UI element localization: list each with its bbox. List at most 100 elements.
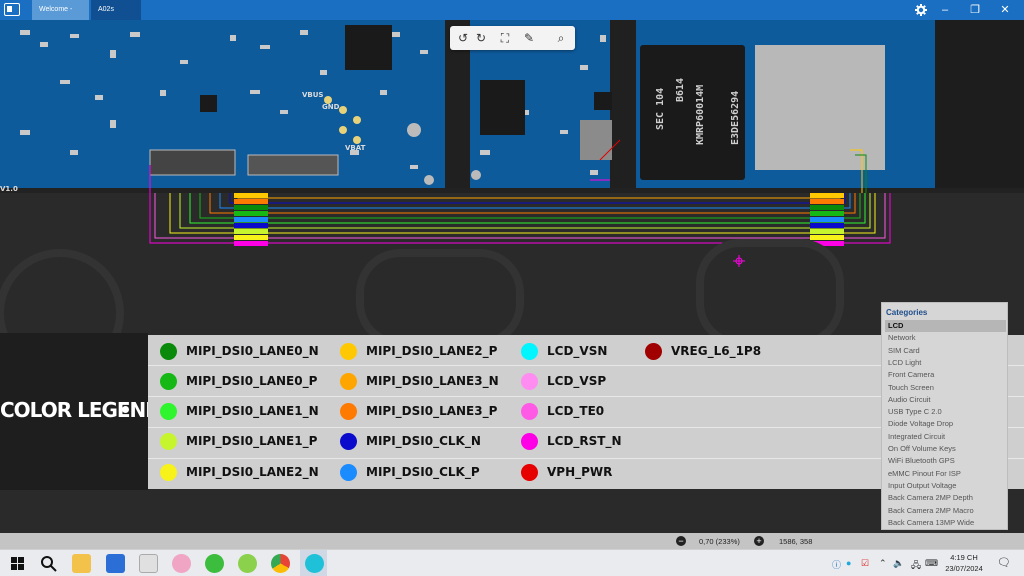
legend-label: MIPI_DSI0_LANE0_P [186, 374, 318, 388]
legend-swatch [160, 342, 177, 360]
category-item[interactable]: WiFi Bluetooth GPS [885, 455, 1006, 467]
legend-item: LCD_RST_N [521, 431, 622, 451]
legend-label: MIPI_DSI0_LANE3_N [366, 374, 499, 388]
search-icon[interactable] [39, 554, 58, 573]
zoom-in-button[interactable]: + [754, 536, 764, 546]
chip-label-b614: B614 [675, 78, 686, 102]
crosshair-cursor-icon [733, 255, 745, 267]
title-bar: Welcome - Orion A02s Guideline – ❐ ✕ [0, 0, 1024, 33]
category-item[interactable]: Back Camera 2MP Depth [885, 492, 1006, 504]
legend-item: MIPI_DSI0_CLK_N [340, 431, 481, 451]
clock-time: 4:19 CH [950, 553, 978, 562]
legend-label: LCD_TE0 [547, 404, 605, 418]
network-tool-icon[interactable] [172, 554, 191, 573]
categories-panel: Categories LCD Network SIM Card LCD Light Fr… [881, 302, 1008, 530]
rotate-right-icon[interactable]: ↻ [472, 29, 490, 47]
status-bar: − 0,70 (233%) + 1586, 358 [0, 533, 1024, 549]
legend-item: MIPI_DSI0_LANE3_N [340, 371, 499, 391]
pen-icon[interactable]: ✎ [520, 29, 538, 47]
category-item[interactable]: Back Camera 2MP Macro [885, 505, 1006, 517]
legend-item: MIPI_DSI0_LANE1_P [160, 431, 317, 451]
category-item[interactable]: Front Camera [885, 369, 1006, 381]
chip-label-e3de: E3DE56294 [730, 91, 741, 145]
category-item[interactable]: Audio Circuit [885, 394, 1006, 406]
category-item[interactable]: eMMC Pinout For ISP [885, 468, 1006, 480]
legend-item: MIPI_DSI0_LANE2_N [160, 462, 319, 482]
category-item[interactable]: LCD Light [885, 357, 1006, 369]
legend-swatch [521, 402, 538, 420]
notification-icon[interactable]: 🗨 [997, 556, 1011, 569]
file-explorer-icon[interactable] [72, 554, 91, 573]
rotate-left-icon[interactable]: ↺ [454, 29, 472, 47]
category-item[interactable]: Touch Screen [885, 382, 1006, 394]
search-icon[interactable]: ⌕ [552, 29, 570, 47]
legend-swatch [521, 463, 538, 481]
category-item[interactable]: USB Type C 2.0 [885, 406, 1006, 418]
clock-date: 23/07/2024 [945, 564, 983, 573]
legend-swatch [160, 432, 177, 450]
legend-item: MIPI_DSI0_LANE0_N [160, 341, 319, 361]
legend-item: VPH_PWR [521, 462, 612, 482]
green-owl-icon[interactable] [205, 554, 224, 573]
legend-item: VREG_L6_1P8 [645, 341, 761, 361]
legend-swatch [340, 402, 357, 420]
chrome-icon[interactable] [271, 554, 290, 573]
board-label-gnd: GND [322, 103, 340, 111]
legend-item: MIPI_DSI0_LANE1_N [160, 401, 319, 421]
minimize-icon[interactable]: – [930, 0, 960, 20]
category-item[interactable]: LCD [885, 320, 1006, 332]
legend-label: VREG_L6_1P8 [671, 344, 762, 358]
legend-swatch [645, 342, 662, 360]
app-tray-icon[interactable]: ● [846, 558, 851, 568]
paint-icon[interactable] [139, 554, 158, 573]
legend-swatch [340, 342, 357, 360]
windows-taskbar: ⓘ ● ☑ ⌃ 🔈 🖧 ⌨ 4:19 CH 23/07/2024 🗨 [0, 549, 1024, 576]
board-label-vbat: VBAT [345, 144, 366, 152]
tab-welcome[interactable]: Welcome - Orion [32, 0, 89, 33]
view-toolbar: ↺ ↻ ⛶ ✎ ⌕ [450, 26, 575, 50]
legend-swatch [160, 463, 177, 481]
legend-title: COLOR LEGEND [0, 398, 162, 422]
legend-label: LCD_VSP [547, 374, 607, 388]
green-app-icon[interactable] [238, 554, 257, 573]
legend-label: MIPI_DSI0_CLK_P [366, 465, 480, 479]
legend-item: MIPI_DSI0_LANE0_P [160, 371, 317, 391]
tab-guideline[interactable]: A02s Guideline [91, 0, 141, 33]
orion-app-icon[interactable] [305, 554, 324, 573]
legend-label: LCD_VSN [547, 344, 608, 358]
windows-start-icon[interactable] [8, 554, 27, 573]
category-item[interactable]: Input Output Voltage [885, 480, 1006, 492]
category-item[interactable]: On Off Volume Keys [885, 443, 1006, 455]
store-icon[interactable] [106, 554, 125, 573]
categories-title: Categories [886, 308, 928, 317]
legend-item: MIPI_DSI0_LANE2_P [340, 341, 497, 361]
legend-swatch [340, 372, 357, 390]
legend-label: VPH_PWR [547, 465, 613, 479]
legend-label: MIPI_DSI0_LANE2_P [366, 344, 498, 358]
category-item[interactable]: Back Camera 13MP Wide [885, 517, 1006, 529]
legend-swatch [521, 432, 538, 450]
legend-item: LCD_VSP [521, 371, 606, 391]
board-label-vbus: VBUS [302, 91, 323, 99]
zoom-out-button[interactable]: − [676, 536, 686, 546]
info-tray-icon[interactable]: ⓘ [832, 558, 841, 571]
system-clock[interactable]: 4:19 CH 23/07/2024 [942, 552, 986, 574]
maximize-icon[interactable]: ❐ [960, 0, 990, 20]
category-item[interactable]: Integrated Circuit [885, 431, 1006, 443]
close-icon[interactable]: ✕ [990, 0, 1020, 20]
volume-icon[interactable]: 🔈 [893, 558, 904, 569]
language-icon[interactable]: ⌨ [925, 558, 938, 569]
checkmark-tray-icon[interactable]: ☑ [861, 558, 869, 569]
legend-swatch [340, 432, 357, 450]
category-item[interactable]: Diode Voltage Drop [885, 418, 1006, 430]
app-window: Welcome - Orion A02s Guideline – ❐ ✕ [0, 0, 1024, 576]
legend-label: MIPI_DSI0_LANE3_P [366, 404, 498, 418]
legend-swatch [521, 342, 538, 360]
legend-item: MIPI_DSI0_CLK_P [340, 462, 480, 482]
network-icon[interactable]: 🖧 [911, 558, 921, 574]
app-logo-icon [4, 3, 20, 16]
category-item[interactable]: Network [885, 332, 1006, 344]
fit-screen-icon[interactable]: ⛶ [496, 29, 514, 47]
chevron-up-icon[interactable]: ⌃ [879, 558, 887, 569]
category-item[interactable]: SIM Card [885, 345, 1006, 357]
